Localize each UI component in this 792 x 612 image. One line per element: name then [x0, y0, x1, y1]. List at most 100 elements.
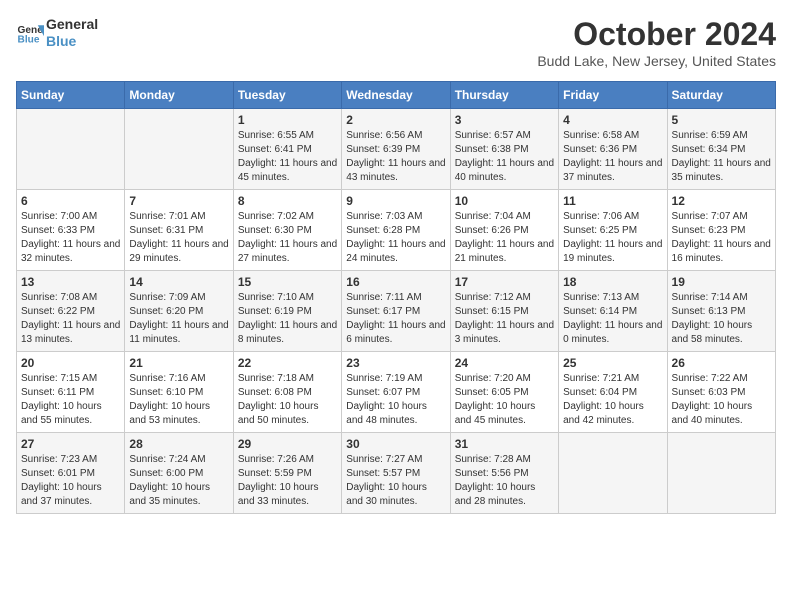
day-info: Sunrise: 7:08 AM Sunset: 6:22 PM Dayligh…	[21, 291, 120, 347]
day-info: Sunrise: 7:28 AM Sunset: 5:56 PM Dayligh…	[455, 453, 554, 509]
day-cell	[17, 109, 125, 190]
day-cell	[125, 109, 233, 190]
week-row-1: 1 Sunrise: 6:55 AM Sunset: 6:41 PM Daylig…	[17, 109, 776, 190]
calendar-table: SundayMondayTuesdayWednesdayThursdayFrid…	[16, 81, 776, 514]
day-info: Sunrise: 7:20 AM Sunset: 6:05 PM Dayligh…	[455, 372, 554, 428]
day-cell: 26 Sunrise: 7:22 AM Sunset: 6:03 PM Dayli…	[667, 352, 775, 433]
week-row-4: 20 Sunrise: 7:15 AM Sunset: 6:11 PM Dayli…	[17, 352, 776, 433]
day-cell: 11Sunrise: 7:06 AM Sunset: 6:25 PM Dayli…	[559, 190, 667, 271]
day-cell	[667, 433, 775, 514]
day-info: Sunrise: 7:11 AM Sunset: 6:17 PM Dayligh…	[346, 291, 445, 347]
day-cell: 21 Sunrise: 7:16 AM Sunset: 6:10 PM Dayli…	[125, 352, 233, 433]
col-header-thursday: Thursday	[450, 82, 558, 109]
day-cell: 10 Sunrise: 7:04 AM Sunset: 6:26 PM Dayli…	[450, 190, 558, 271]
day-number: 9	[346, 194, 445, 208]
day-info: Sunrise: 7:04 AM Sunset: 6:26 PM Dayligh…	[455, 210, 554, 266]
day-cell: 7 Sunrise: 7:01 AM Sunset: 6:31 PM Daylig…	[125, 190, 233, 271]
month-title: October 2024	[537, 16, 776, 53]
day-info: Sunrise: 7:09 AM Sunset: 6:20 PM Dayligh…	[129, 291, 228, 347]
day-cell: 9 Sunrise: 7:03 AM Sunset: 6:28 PM Daylig…	[342, 190, 450, 271]
day-cell: 5Sunrise: 6:59 AM Sunset: 6:34 PM Daylig…	[667, 109, 775, 190]
day-cell: 24 Sunrise: 7:20 AM Sunset: 6:05 PM Dayli…	[450, 352, 558, 433]
day-cell: 12Sunrise: 7:07 AM Sunset: 6:23 PM Dayli…	[667, 190, 775, 271]
day-number: 26	[672, 356, 771, 370]
day-info: Sunrise: 7:23 AM Sunset: 6:01 PM Dayligh…	[21, 453, 120, 509]
day-info: Sunrise: 7:10 AM Sunset: 6:19 PM Dayligh…	[238, 291, 337, 347]
calendar-header-row: SundayMondayTuesdayWednesdayThursdayFrid…	[17, 82, 776, 109]
day-cell: 19Sunrise: 7:14 AM Sunset: 6:13 PM Dayli…	[667, 271, 775, 352]
day-number: 7	[129, 194, 228, 208]
logo-text-general: General	[46, 16, 98, 33]
day-number: 2	[346, 113, 445, 127]
day-cell: 27 Sunrise: 7:23 AM Sunset: 6:01 PM Dayli…	[17, 433, 125, 514]
day-info: Sunrise: 7:18 AM Sunset: 6:08 PM Dayligh…	[238, 372, 337, 428]
day-info: Sunrise: 7:06 AM Sunset: 6:25 PM Dayligh…	[563, 210, 662, 266]
day-number: 20	[21, 356, 120, 370]
day-cell: 20 Sunrise: 7:15 AM Sunset: 6:11 PM Dayli…	[17, 352, 125, 433]
day-info: Sunrise: 7:03 AM Sunset: 6:28 PM Dayligh…	[346, 210, 445, 266]
day-info: Sunrise: 7:21 AM Sunset: 6:04 PM Dayligh…	[563, 372, 662, 428]
col-header-saturday: Saturday	[667, 82, 775, 109]
day-info: Sunrise: 7:00 AM Sunset: 6:33 PM Dayligh…	[21, 210, 120, 266]
day-number: 15	[238, 275, 337, 289]
page-header: General Blue General Blue October 2024 B…	[16, 16, 776, 69]
col-header-friday: Friday	[559, 82, 667, 109]
day-cell: 1 Sunrise: 6:55 AM Sunset: 6:41 PM Daylig…	[233, 109, 341, 190]
day-info: Sunrise: 6:55 AM Sunset: 6:41 PM Dayligh…	[238, 129, 337, 185]
day-cell: 4 Sunrise: 6:58 AM Sunset: 6:36 PM Daylig…	[559, 109, 667, 190]
day-cell: 14 Sunrise: 7:09 AM Sunset: 6:20 PM Dayli…	[125, 271, 233, 352]
day-cell: 31 Sunrise: 7:28 AM Sunset: 5:56 PM Dayli…	[450, 433, 558, 514]
day-info: Sunrise: 7:01 AM Sunset: 6:31 PM Dayligh…	[129, 210, 228, 266]
day-number: 8	[238, 194, 337, 208]
day-info: Sunrise: 6:56 AM Sunset: 6:39 PM Dayligh…	[346, 129, 445, 185]
day-info: Sunrise: 7:15 AM Sunset: 6:11 PM Dayligh…	[21, 372, 120, 428]
logo-text-blue: Blue	[46, 33, 98, 50]
day-info: Sunrise: 6:57 AM Sunset: 6:38 PM Dayligh…	[455, 129, 554, 185]
day-number: 24	[455, 356, 554, 370]
day-cell	[559, 433, 667, 514]
col-header-sunday: Sunday	[17, 82, 125, 109]
day-number: 27	[21, 437, 120, 451]
day-info: Sunrise: 7:27 AM Sunset: 5:57 PM Dayligh…	[346, 453, 445, 509]
logo-icon: General Blue	[16, 19, 44, 47]
day-number: 16	[346, 275, 445, 289]
day-cell: 25Sunrise: 7:21 AM Sunset: 6:04 PM Dayli…	[559, 352, 667, 433]
day-number: 4	[563, 113, 662, 127]
day-number: 1	[238, 113, 337, 127]
day-cell: 13Sunrise: 7:08 AM Sunset: 6:22 PM Dayli…	[17, 271, 125, 352]
svg-text:Blue: Blue	[18, 34, 40, 45]
location-subtitle: Budd Lake, New Jersey, United States	[537, 53, 776, 69]
day-cell: 28Sunrise: 7:24 AM Sunset: 6:00 PM Dayli…	[125, 433, 233, 514]
day-cell: 16 Sunrise: 7:11 AM Sunset: 6:17 PM Dayli…	[342, 271, 450, 352]
day-cell: 29 Sunrise: 7:26 AM Sunset: 5:59 PM Dayli…	[233, 433, 341, 514]
week-row-5: 27 Sunrise: 7:23 AM Sunset: 6:01 PM Dayli…	[17, 433, 776, 514]
day-number: 14	[129, 275, 228, 289]
day-cell: 15 Sunrise: 7:10 AM Sunset: 6:19 PM Dayli…	[233, 271, 341, 352]
day-info: Sunrise: 7:16 AM Sunset: 6:10 PM Dayligh…	[129, 372, 228, 428]
day-number: 21	[129, 356, 228, 370]
day-cell: 2 Sunrise: 6:56 AM Sunset: 6:39 PM Daylig…	[342, 109, 450, 190]
title-block: October 2024 Budd Lake, New Jersey, Unit…	[537, 16, 776, 69]
week-row-2: 6Sunrise: 7:00 AM Sunset: 6:33 PM Daylig…	[17, 190, 776, 271]
day-cell: 3 Sunrise: 6:57 AM Sunset: 6:38 PM Daylig…	[450, 109, 558, 190]
day-number: 19	[672, 275, 771, 289]
day-number: 30	[346, 437, 445, 451]
day-cell: 23Sunrise: 7:19 AM Sunset: 6:07 PM Dayli…	[342, 352, 450, 433]
day-number: 18	[563, 275, 662, 289]
col-header-monday: Monday	[125, 82, 233, 109]
col-header-wednesday: Wednesday	[342, 82, 450, 109]
day-number: 23	[346, 356, 445, 370]
day-cell: 6Sunrise: 7:00 AM Sunset: 6:33 PM Daylig…	[17, 190, 125, 271]
logo: General Blue General Blue	[16, 16, 98, 50]
day-info: Sunrise: 6:59 AM Sunset: 6:34 PM Dayligh…	[672, 129, 771, 185]
day-number: 3	[455, 113, 554, 127]
day-number: 22	[238, 356, 337, 370]
day-info: Sunrise: 6:58 AM Sunset: 6:36 PM Dayligh…	[563, 129, 662, 185]
day-number: 10	[455, 194, 554, 208]
day-number: 29	[238, 437, 337, 451]
day-info: Sunrise: 7:24 AM Sunset: 6:00 PM Dayligh…	[129, 453, 228, 509]
day-info: Sunrise: 7:26 AM Sunset: 5:59 PM Dayligh…	[238, 453, 337, 509]
day-number: 31	[455, 437, 554, 451]
day-info: Sunrise: 7:22 AM Sunset: 6:03 PM Dayligh…	[672, 372, 771, 428]
day-info: Sunrise: 7:12 AM Sunset: 6:15 PM Dayligh…	[455, 291, 554, 347]
